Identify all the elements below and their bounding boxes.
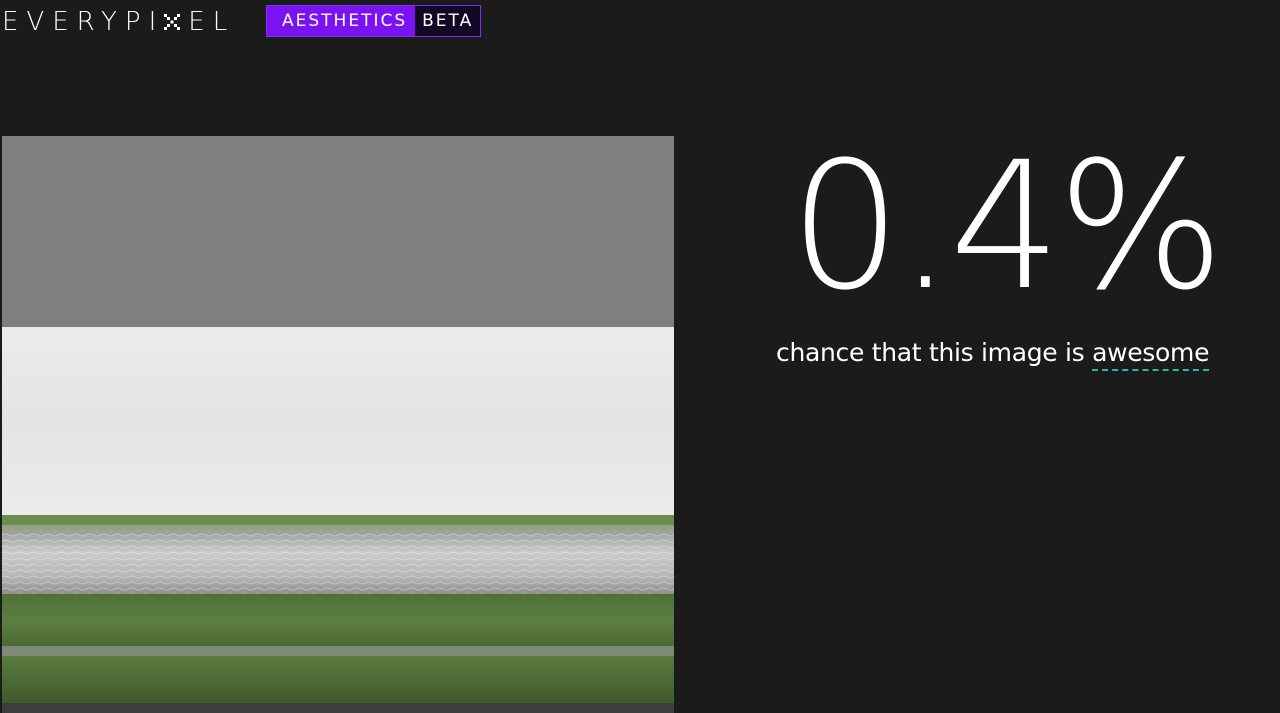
analyzed-photo <box>2 136 674 713</box>
logo-text-left: EVERYPI <box>2 7 165 37</box>
caption-text: chance that this image is <box>776 338 1085 367</box>
awesome-term-link[interactable]: awesome <box>1092 338 1209 371</box>
logo-text-right: EL <box>188 7 236 37</box>
checker-x-icon <box>164 14 181 30</box>
product-label: AESTHETICS <box>267 6 416 36</box>
awesome-probability-score: 0.4% <box>789 124 1224 329</box>
score-caption: chance that this image is awesome <box>776 334 1209 372</box>
beta-label: BETA <box>415 6 481 36</box>
product-badge[interactable]: AESTHETICS BETA <box>266 5 482 37</box>
everypixel-logo[interactable]: EVERYPI EL <box>2 6 235 38</box>
page: EVERYPI EL AESTHETICS BETA 0.4% chance t… <box>0 0 1280 713</box>
